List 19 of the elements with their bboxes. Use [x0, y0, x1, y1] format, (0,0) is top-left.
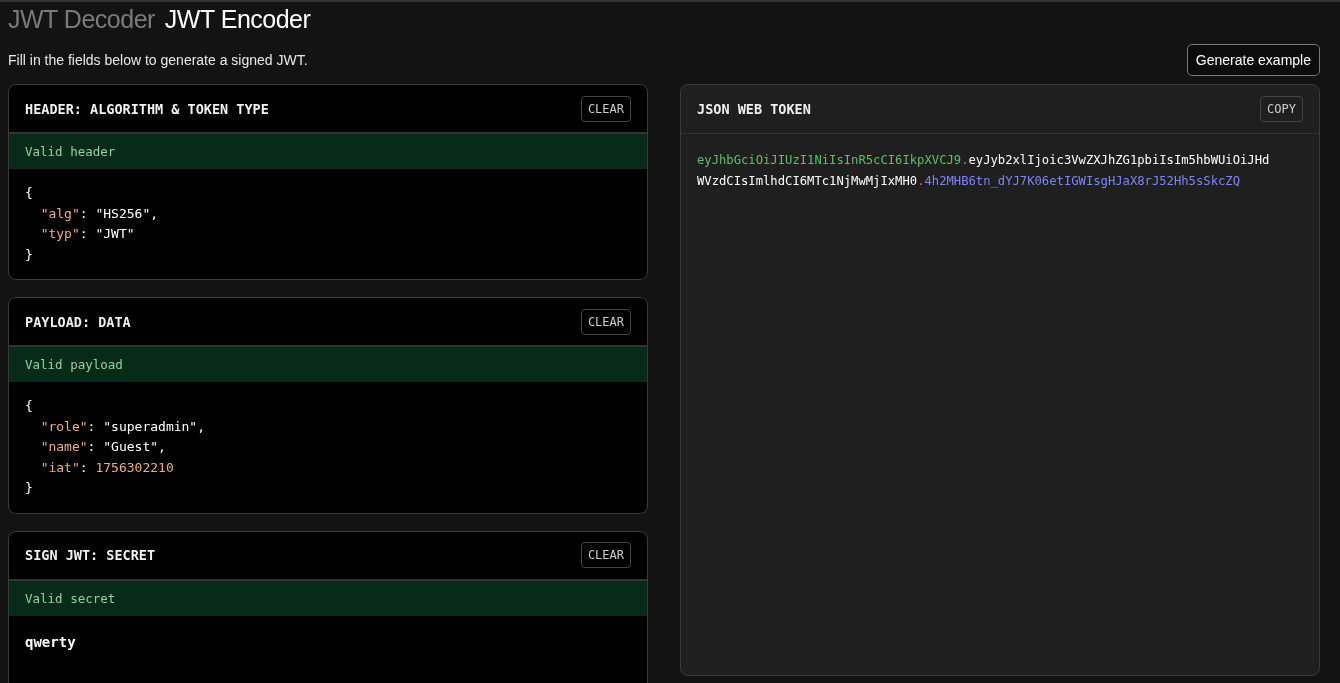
instruction-text: Fill in the fields below to generate a signed JWT.	[8, 52, 308, 68]
tab[interactable]: JWT Encoder	[164, 4, 311, 34]
panel-title: JSON WEB TOKEN	[697, 101, 811, 117]
validation-banner: Valid header	[9, 134, 647, 169]
code-editor[interactable]: { "alg": "HS256", "typ": "JWT" }	[25, 183, 631, 265]
code-editor[interactable]: { "role": "superadmin", "name": "Guest", "iat": 1756302210 }	[25, 396, 631, 499]
clear-button[interactable]: CLEAR	[580, 95, 631, 122]
clear-button[interactable]: CLEAR	[580, 542, 631, 568]
copy-button[interactable]: COPY	[1260, 96, 1303, 122]
jwt-token: eyJhbGciOiJIUzI1NiIsInR5cCI6IkpXVCJ9.eyJyb2xlIjoic3VwZXJhZG1pbiIsIm5hbWUiOiJHdWVzdCIsImlhdCI6MTc1NjMwMjIxMH0.4h2MHB6tn_dYJ7K06etIGWIsgHJaX8rJ52Hh5sSkcZQ	[697, 152, 1271, 190]
validation-banner: Valid secret	[9, 580, 647, 616]
panel-title: SIGN JWT: SECRET	[25, 547, 156, 563]
clear-button[interactable]: CLEAR	[580, 308, 631, 335]
tab[interactable]: JWT Decoder	[8, 4, 155, 34]
secret-field[interactable]: qwerty	[25, 633, 631, 650]
generate-example-button[interactable]: Generate example	[1186, 44, 1320, 76]
validation-banner: Valid payload	[9, 347, 647, 382]
panel-title: PAYLOAD: DATA	[25, 313, 131, 330]
panel-title: HEADER: ALGORITHM & TOKEN TYPE	[25, 100, 269, 117]
